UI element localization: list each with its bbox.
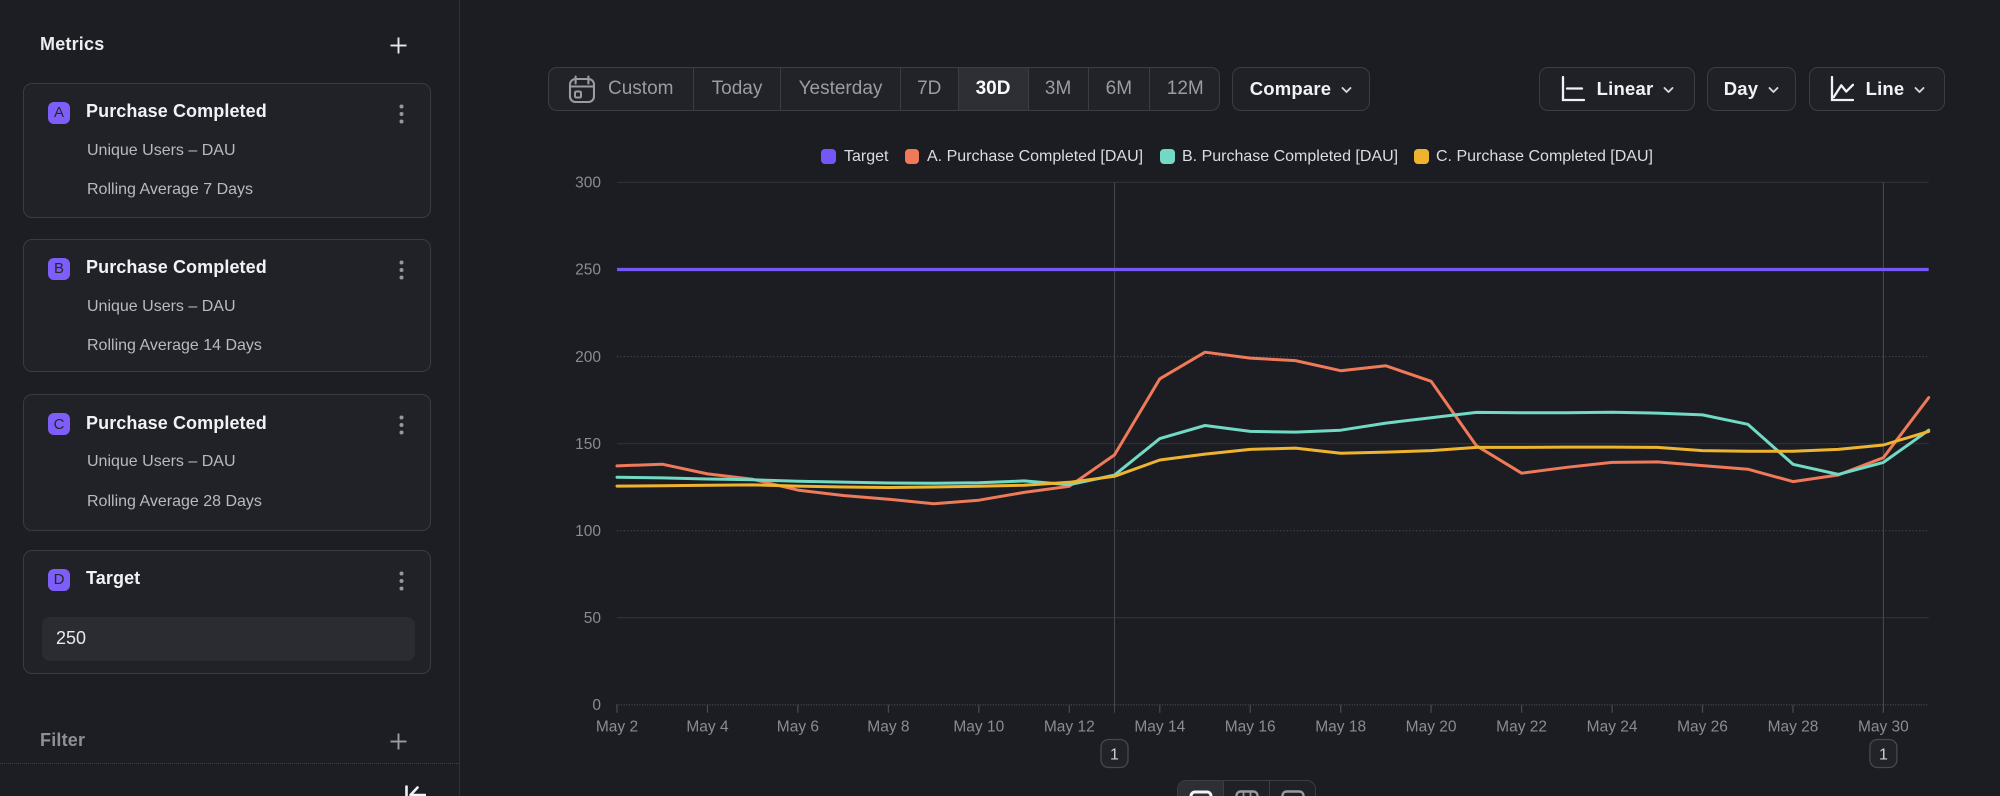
- svg-text:100: 100: [575, 523, 601, 540]
- svg-text:May 22: May 22: [1496, 719, 1547, 736]
- svg-text:1: 1: [1110, 747, 1119, 764]
- svg-text:May 16: May 16: [1225, 719, 1276, 736]
- svg-text:May 12: May 12: [1044, 719, 1095, 736]
- svg-text:May 8: May 8: [867, 719, 909, 736]
- svg-text:May 26: May 26: [1677, 719, 1728, 736]
- svg-text:0: 0: [592, 697, 601, 714]
- svg-text:May 4: May 4: [686, 719, 729, 736]
- svg-text:May 2: May 2: [596, 719, 638, 736]
- svg-text:May 10: May 10: [953, 719, 1004, 736]
- svg-text:May 6: May 6: [777, 719, 819, 736]
- svg-text:300: 300: [575, 175, 601, 192]
- svg-text:200: 200: [575, 349, 601, 366]
- svg-text:250: 250: [575, 262, 601, 279]
- svg-text:May 18: May 18: [1315, 719, 1366, 736]
- svg-text:May 28: May 28: [1768, 719, 1819, 736]
- svg-text:May 24: May 24: [1587, 719, 1638, 736]
- svg-text:50: 50: [584, 610, 602, 627]
- svg-text:1: 1: [1879, 747, 1888, 764]
- svg-text:May 30: May 30: [1858, 719, 1909, 736]
- svg-text:150: 150: [575, 436, 601, 453]
- svg-text:May 20: May 20: [1406, 719, 1457, 736]
- svg-text:May 14: May 14: [1134, 719, 1185, 736]
